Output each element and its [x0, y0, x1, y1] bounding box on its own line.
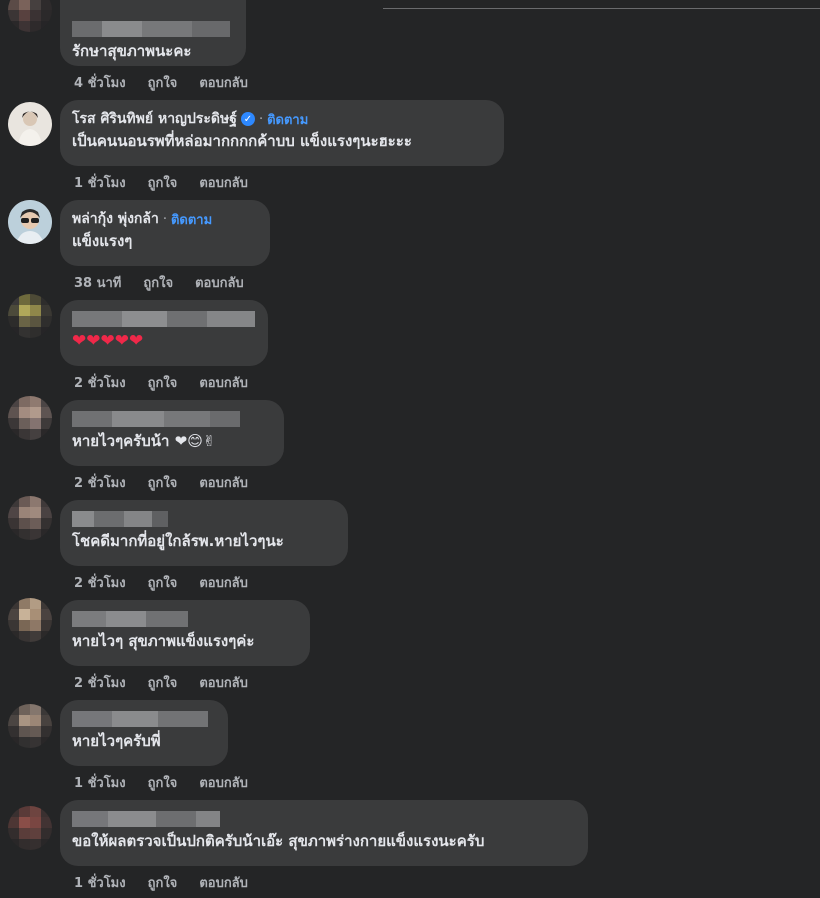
separator-dot: ·: [258, 111, 264, 127]
author-name-blurred[interactable]: [72, 608, 298, 630]
avatar[interactable]: [8, 0, 52, 32]
reply-button[interactable]: ตอบกลับ: [199, 572, 248, 593]
comment-text: หายไวๆ สุขภาพแข็งแรงๆค่ะ: [72, 632, 255, 650]
comment-text: ❤❤❤❤❤: [72, 331, 144, 351]
avatar[interactable]: [8, 598, 52, 642]
avatar[interactable]: [8, 200, 52, 244]
comment-timestamp[interactable]: 1 ชั่วโมง: [74, 772, 126, 793]
comment-bubble: หายไวๆ สุขภาพแข็งแรงๆค่ะ: [60, 600, 310, 666]
comment-text: หายไวๆครับพี่: [72, 732, 161, 750]
comment-text: แข็งแรงๆ: [72, 232, 133, 250]
avatar[interactable]: [8, 496, 52, 540]
comment-timestamp[interactable]: 2 ชั่วโมง: [74, 372, 126, 393]
author-name-blurred[interactable]: [72, 408, 272, 430]
avatar[interactable]: [8, 294, 52, 338]
comment-bubble: โชคดีมากที่อยู่ใกล้รพ.หายไวๆนะ: [60, 500, 348, 566]
like-button[interactable]: ถูกใจ: [148, 772, 178, 793]
comment-bubble: โรส ศิรินทิพย์ หาญประดิษฐ์ ✓ · ติดตาม เป…: [60, 100, 504, 166]
like-button[interactable]: ถูกใจ: [148, 72, 178, 93]
author-name[interactable]: โรส ศิรินทิพย์ หาญประดิษฐ์: [72, 108, 237, 130]
comment-timestamp[interactable]: 2 ชั่วโมง: [74, 472, 126, 493]
author-name-blurred[interactable]: [72, 508, 336, 530]
comment-timestamp[interactable]: 4 ชั่วโมง: [74, 72, 126, 93]
comment-bubble: พล่ากุ้ง พุ่งกล้า · ติดตาม แข็งแรงๆ: [60, 200, 270, 266]
reply-button[interactable]: ตอบกลับ: [199, 72, 248, 93]
author-name-blurred[interactable]: [72, 308, 256, 330]
like-button[interactable]: ถูกใจ: [148, 472, 178, 493]
like-button[interactable]: ถูกใจ: [148, 672, 178, 693]
comment-text: รักษาสุขภาพนะคะ: [72, 42, 192, 60]
author-name[interactable]: พล่ากุ้ง พุ่งกล้า: [72, 208, 159, 230]
reply-button[interactable]: ตอบกลับ: [199, 772, 248, 793]
top-divider: [383, 8, 820, 9]
like-button[interactable]: ถูกใจ: [148, 172, 178, 193]
avatar[interactable]: [8, 396, 52, 440]
comment-timestamp[interactable]: 1 ชั่วโมง: [74, 172, 126, 193]
comment-bubble: ขอให้ผลตรวจเป็นปกติครับน้าเอ๊ะ สุขภาพร่า…: [60, 800, 588, 866]
author-name-blurred[interactable]: [72, 708, 216, 730]
reply-button[interactable]: ตอบกลับ: [199, 872, 248, 893]
avatar[interactable]: [8, 102, 52, 146]
reply-button[interactable]: ตอบกลับ: [199, 672, 248, 693]
follow-button[interactable]: ติดตาม: [171, 209, 212, 230]
author-name-blurred[interactable]: [72, 18, 234, 40]
comment-text: ขอให้ผลตรวจเป็นปกติครับน้าเอ๊ะ สุขภาพร่า…: [72, 832, 485, 850]
reply-button[interactable]: ตอบกลับ: [199, 372, 248, 393]
comment-timestamp[interactable]: 1 ชั่วโมง: [74, 872, 126, 893]
separator-dot: ·: [162, 211, 167, 227]
like-button[interactable]: ถูกใจ: [148, 872, 178, 893]
comment-timestamp[interactable]: 2 ชั่วโมง: [74, 672, 126, 693]
reply-button[interactable]: ตอบกลับ: [199, 172, 248, 193]
comment-bubble: รักษาสุขภาพนะคะ: [60, 0, 246, 66]
comment-bubble: ❤❤❤❤❤: [60, 300, 268, 366]
reply-button[interactable]: ตอบกลับ: [199, 472, 248, 493]
comment-bubble: หายไวๆครับน้า ❤😊✌: [60, 400, 284, 466]
follow-button[interactable]: ติดตาม: [267, 109, 308, 130]
comment-text: เป็นคนนอนรพที่หล่อมากกกกค้าบบ แข็งแรงๆนะ…: [72, 132, 412, 150]
author-name-blurred[interactable]: [72, 808, 576, 830]
comment-timestamp[interactable]: 38 นาที: [74, 272, 121, 293]
comment-timestamp[interactable]: 2 ชั่วโมง: [74, 572, 126, 593]
reply-button[interactable]: ตอบกลับ: [195, 272, 244, 293]
comment-bubble: หายไวๆครับพี่: [60, 700, 228, 766]
avatar[interactable]: [8, 806, 52, 850]
like-button[interactable]: ถูกใจ: [148, 572, 178, 593]
comment-text: หายไวๆครับน้า ❤😊✌: [72, 432, 216, 450]
like-button[interactable]: ถูกใจ: [143, 272, 173, 293]
like-button[interactable]: ถูกใจ: [148, 372, 178, 393]
comment-text: โชคดีมากที่อยู่ใกล้รพ.หายไวๆนะ: [72, 532, 284, 550]
verified-badge-icon: ✓: [240, 112, 255, 126]
avatar[interactable]: [8, 704, 52, 748]
